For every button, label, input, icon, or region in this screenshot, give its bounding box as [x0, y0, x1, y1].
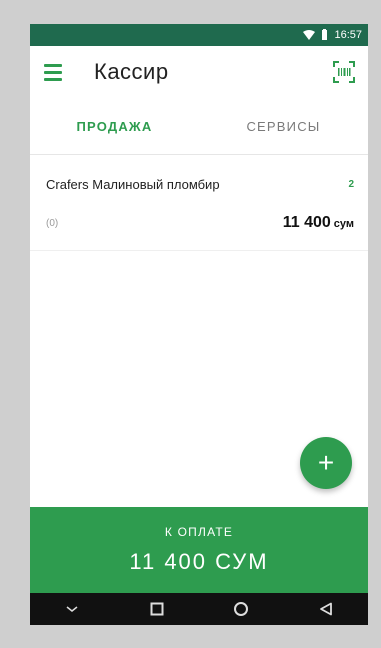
item-price: 11 400 сум	[283, 214, 354, 232]
status-bar: 16:57	[30, 24, 368, 46]
pay-button[interactable]: К ОПЛАТЕ 11 400 СУМ	[30, 507, 368, 593]
pay-label: К ОПЛАТЕ	[164, 525, 234, 539]
tab-services[interactable]: СЕРВИСЫ	[199, 98, 368, 154]
item-quantity: 2	[348, 179, 354, 190]
item-note: (0)	[46, 217, 59, 229]
list-item[interactable]: Crafers Малиновый пломбир 2 (0) 11 400 су…	[30, 155, 368, 251]
tab-sale-label: ПРОДАЖА	[76, 118, 153, 134]
pay-amount: 11 400 СУМ	[129, 549, 269, 574]
home-icon[interactable]	[221, 593, 261, 625]
status-time: 16:57	[334, 29, 362, 41]
app-bar: Кассир	[30, 46, 368, 98]
barcode-scan-icon[interactable]	[332, 60, 356, 84]
back-icon[interactable]	[306, 593, 346, 625]
item-price-value: 11 400	[282, 214, 331, 231]
tab-services-label: СЕРВИСЫ	[246, 118, 321, 134]
add-item-button[interactable]: +	[300, 437, 352, 489]
battery-icon	[321, 29, 328, 41]
tab-bar: ПРОДАЖА СЕРВИСЫ	[30, 98, 368, 155]
tab-sale[interactable]: ПРОДАЖА	[30, 98, 199, 154]
keyboard-hide-icon[interactable]	[52, 593, 92, 625]
plus-icon: +	[317, 447, 335, 478]
menu-icon[interactable]	[44, 61, 66, 83]
phone-screen: 16:57 Кассир ПРОДАЖА СЕРВИСЫ Crafers Мал…	[30, 24, 368, 625]
system-nav-bar	[30, 593, 368, 625]
wifi-icon	[303, 30, 316, 40]
item-name: Crafers Малиновый пломбир	[46, 177, 220, 192]
item-price-currency: сум	[333, 218, 354, 230]
recent-apps-icon[interactable]	[137, 593, 177, 625]
page-title: Кассир	[94, 59, 169, 84]
